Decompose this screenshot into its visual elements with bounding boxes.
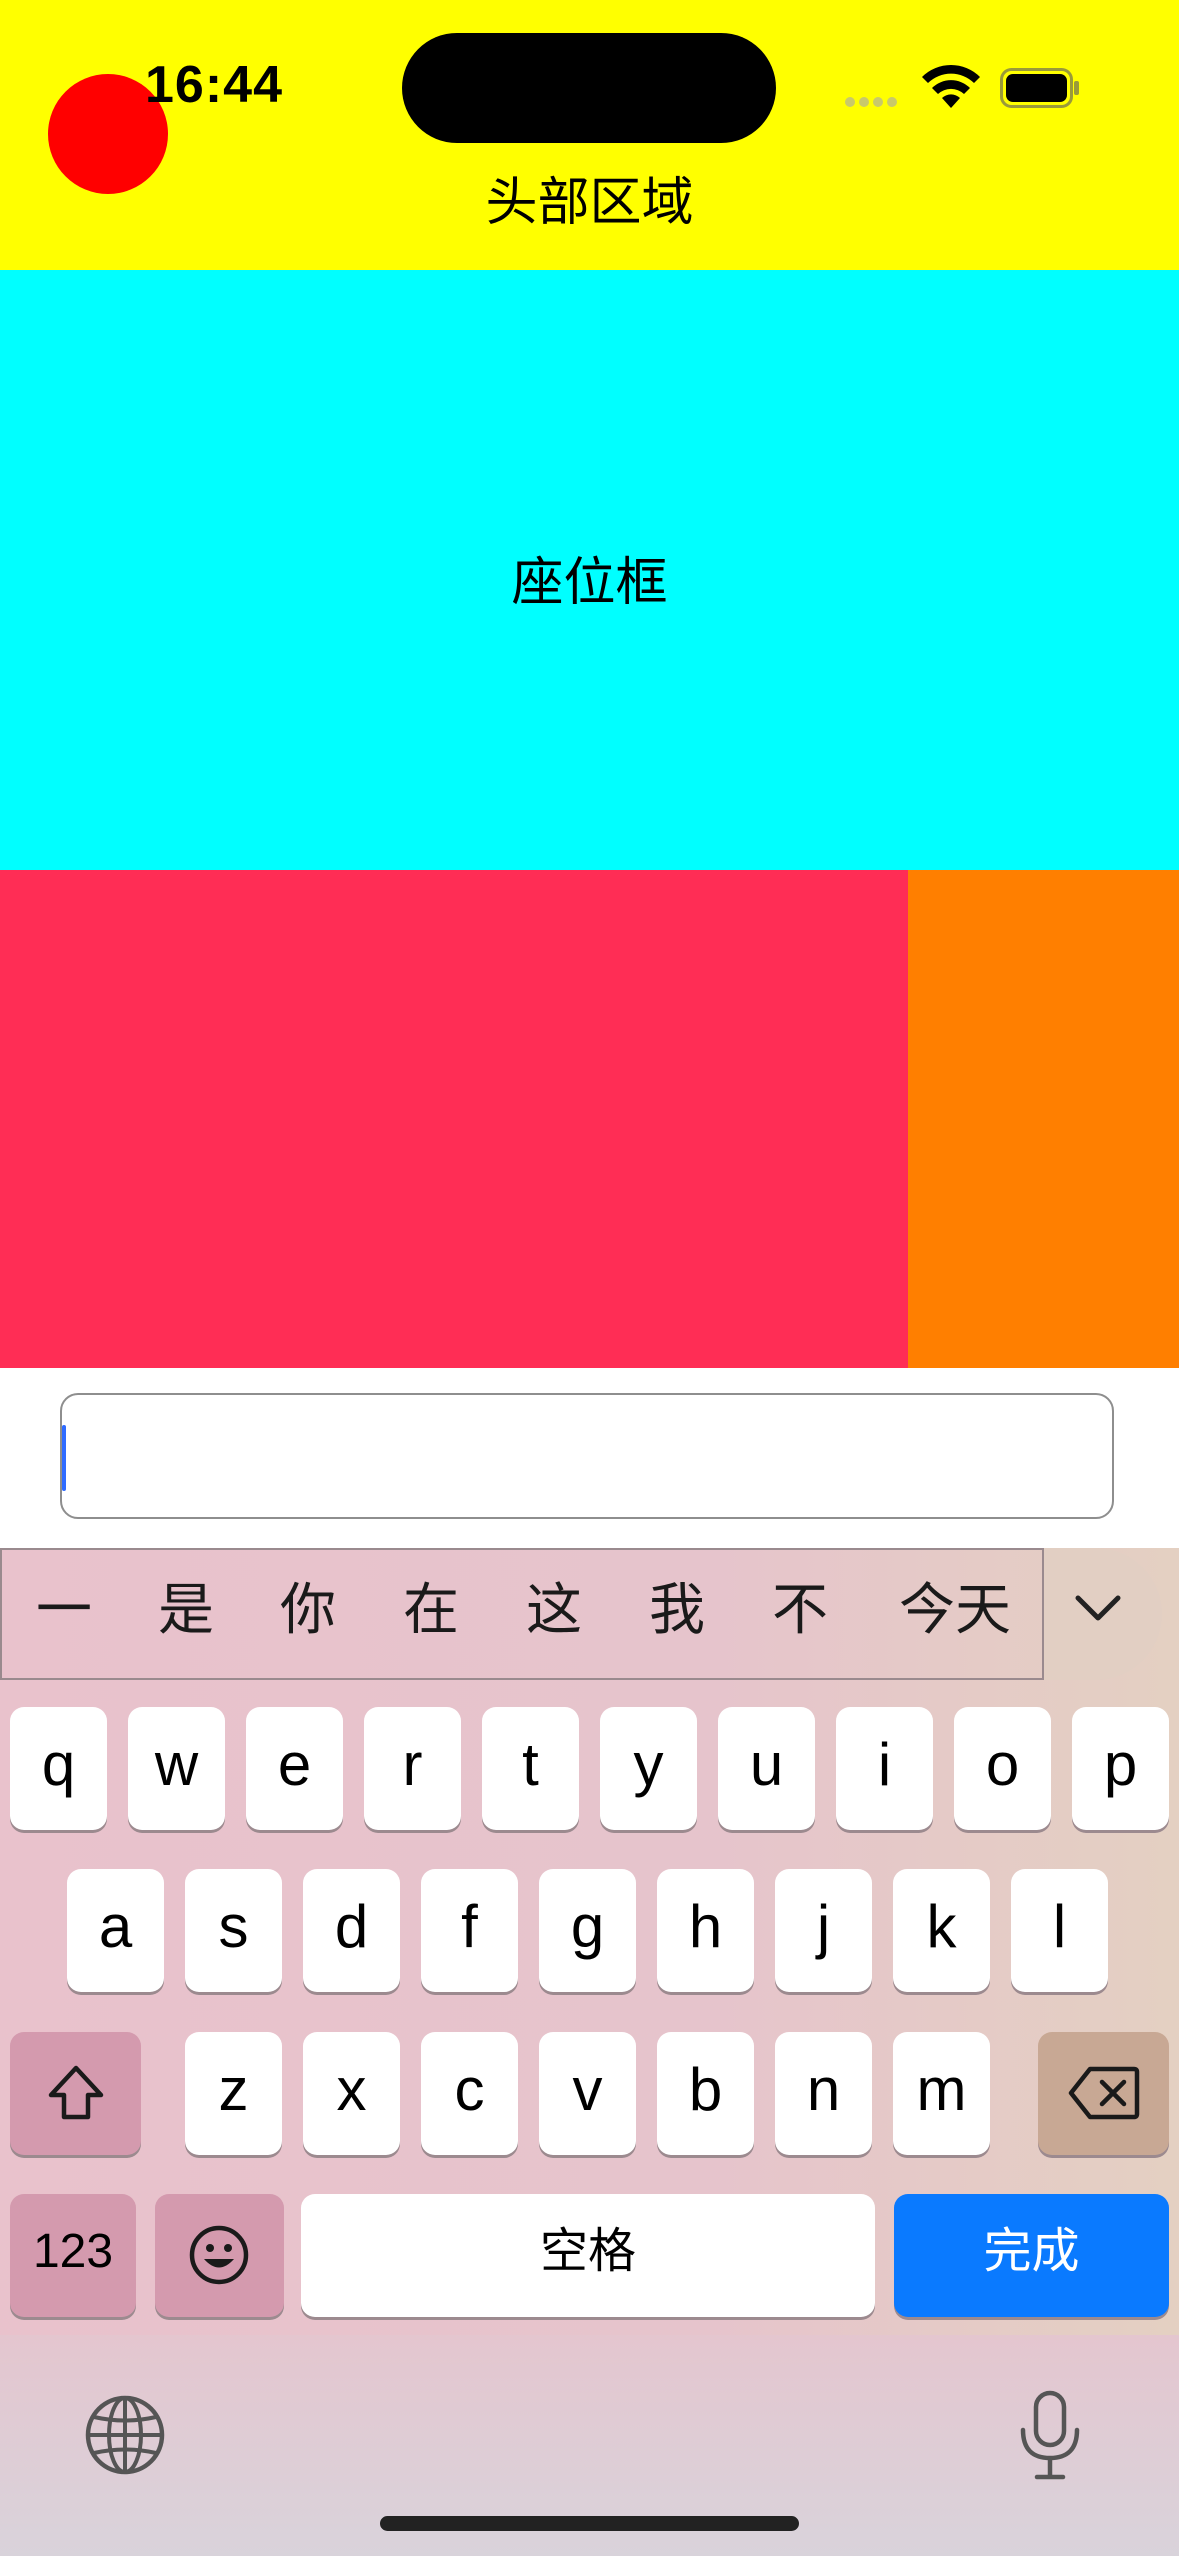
key-n[interactable]: n [775,2032,872,2155]
key-t[interactable]: t [482,1707,579,1830]
emoji-key[interactable] [155,2194,284,2317]
candidate-item[interactable]: 你 [264,1570,352,1650]
key-u[interactable]: u [718,1707,815,1830]
microphone-icon[interactable] [1017,2390,1083,2482]
candidate-item[interactable]: 在 [387,1570,475,1650]
seat-box-label: 座位框 [511,554,668,612]
backspace-icon [1068,2066,1140,2120]
orange-panel [908,870,1179,1368]
key-r[interactable]: r [364,1707,461,1830]
key-s[interactable]: s [185,1869,282,1992]
key-d[interactable]: d [303,1869,400,1992]
candidate-item[interactable]: 今天 [880,1570,1030,1650]
key-y[interactable]: y [600,1707,697,1830]
shift-icon [48,2065,104,2120]
key-h[interactable]: h [657,1869,754,1992]
key-i[interactable]: i [836,1707,933,1830]
space-key[interactable]: 空格 [301,2194,875,2317]
wifi-icon [922,64,980,108]
key-c[interactable]: c [421,2032,518,2155]
home-indicator [380,2516,799,2531]
key-p[interactable]: p [1072,1707,1169,1830]
red-panel [0,870,908,1368]
key-v[interactable]: v [539,2032,636,2155]
key-a[interactable]: a [67,1869,164,1992]
candidate-item[interactable]: 是 [142,1570,230,1650]
candidate-item[interactable]: 一 [20,1570,108,1650]
text-input[interactable] [60,1393,1114,1519]
key-x[interactable]: x [303,2032,400,2155]
key-q[interactable]: q [10,1707,107,1830]
numbers-key[interactable]: 123 [10,2194,136,2317]
candidate-item[interactable]: 这 [510,1570,598,1650]
chevron-down-icon [1075,1595,1121,1621]
emoji-icon [189,2225,249,2285]
header-title: 头部区域 [485,174,694,232]
signal-dots-icon [845,94,905,107]
dynamic-island [402,33,776,143]
battery-icon [1000,68,1079,108]
key-e[interactable]: e [246,1707,343,1830]
candidate-item[interactable]: 不 [756,1570,844,1650]
key-b[interactable]: b [657,2032,754,2155]
text-caret [62,1425,66,1491]
key-k[interactable]: k [893,1869,990,1992]
delete-key[interactable] [1038,2032,1169,2155]
status-time: 16:44 [145,56,283,114]
done-key[interactable]: 完成 [894,2194,1169,2317]
key-m[interactable]: m [893,2032,990,2155]
key-g[interactable]: g [539,1869,636,1992]
key-w[interactable]: w [128,1707,225,1830]
shift-key[interactable] [10,2032,141,2155]
key-f[interactable]: f [421,1869,518,1992]
candidate-item[interactable]: 我 [633,1570,721,1650]
globe-icon[interactable] [84,2394,166,2476]
key-j[interactable]: j [775,1869,872,1992]
key-o[interactable]: o [954,1707,1051,1830]
key-z[interactable]: z [185,2032,282,2155]
key-l[interactable]: l [1011,1869,1108,1992]
